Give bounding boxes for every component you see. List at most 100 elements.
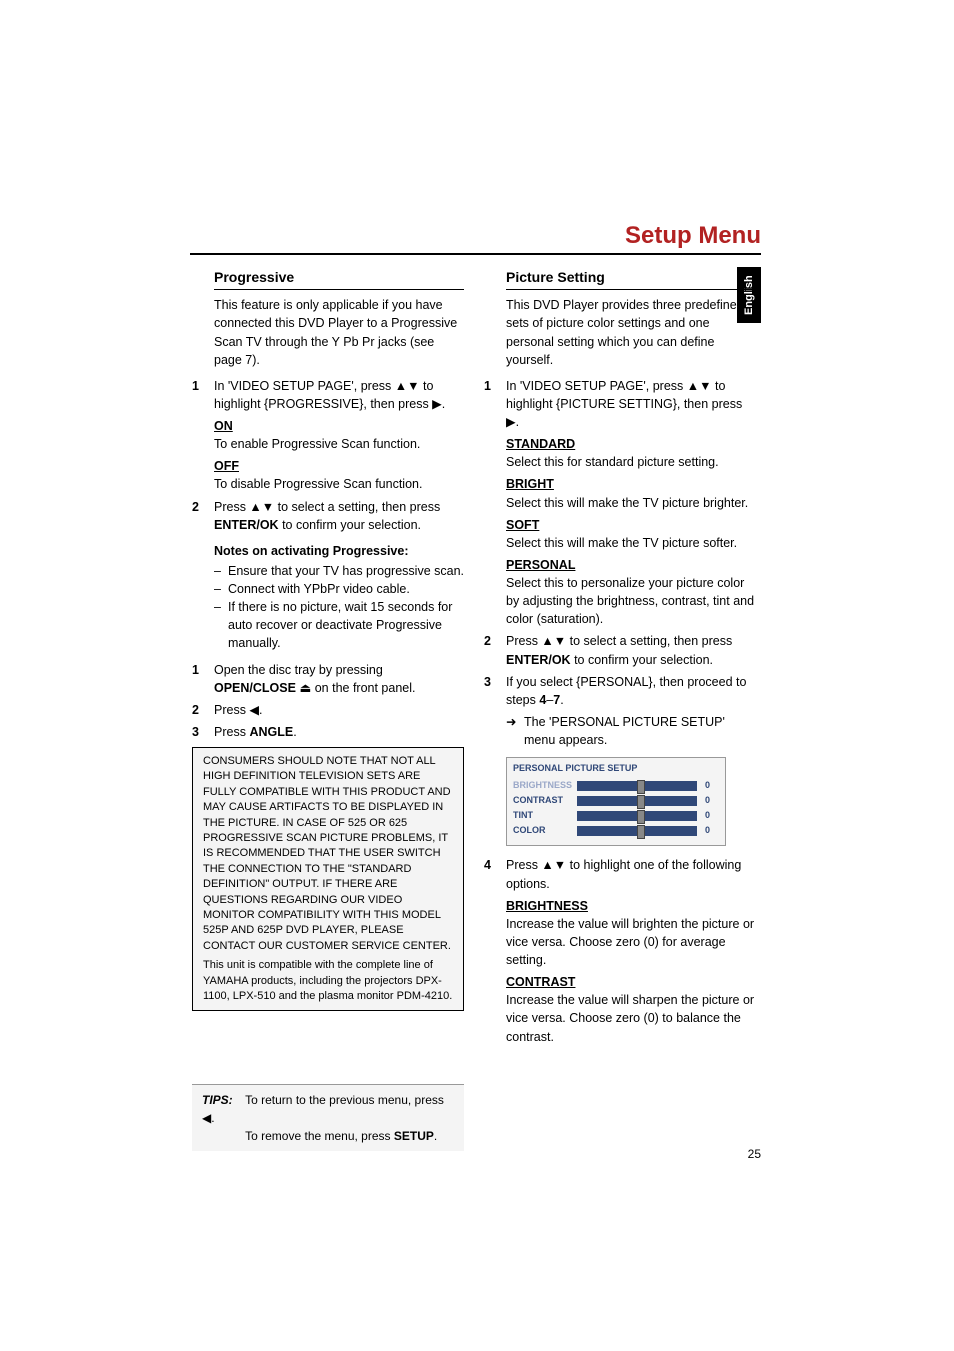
option-bright-desc: Select this will make the TV picture bri… — [506, 494, 756, 512]
step-body: Press ▲▼ to highlight one of the followi… — [506, 856, 756, 892]
dash-icon: – — [214, 562, 228, 580]
tips-box: TIPS: To return to the previous menu, pr… — [192, 1084, 464, 1151]
option-brightness: BRIGHTNESS — [506, 897, 756, 915]
step-4: 4 Press ▲▼ to highlight one of the follo… — [484, 856, 756, 892]
step-number: 1 — [192, 661, 214, 697]
pps-slider — [577, 826, 697, 836]
arrow-text: The 'PERSONAL PICTURE SETUP' menu appear… — [524, 713, 756, 749]
text: Open the disc tray by pressing — [214, 663, 383, 677]
step-2: 2 Press ▲▼ to select a setting, then pre… — [484, 632, 756, 668]
note-text: If there is no picture, wait 15 seconds … — [228, 598, 464, 652]
notes-heading: Notes on activating Progressive: — [214, 542, 464, 560]
text: Press — [214, 725, 249, 739]
step-number: 2 — [192, 498, 214, 534]
step-number: 4 — [484, 856, 506, 892]
dash-icon: – — [214, 580, 228, 598]
pps-label: BRIGHTNESS — [513, 779, 577, 792]
text: . — [560, 693, 563, 707]
dash-icon: – — [214, 598, 228, 652]
arrow-right-icon: ➜ — [506, 713, 524, 749]
step-1: 1 In 'VIDEO SETUP PAGE', press ▲▼ to hig… — [192, 377, 464, 413]
option-brightness-desc: Increase the value will brighten the pic… — [506, 915, 756, 969]
option-bright: BRIGHT — [506, 475, 756, 493]
title-rule — [190, 253, 761, 255]
text: . — [293, 725, 296, 739]
progressive-intro: This feature is only applicable if you h… — [214, 296, 464, 369]
option-contrast: CONTRAST — [506, 973, 756, 991]
pps-row: TINT 0 — [513, 809, 719, 822]
step-body: In 'VIDEO SETUP PAGE', press ▲▼ to highl… — [506, 377, 756, 431]
step-2: 2 Press ▲▼ to select a setting, then pre… — [192, 498, 464, 534]
option-personal-desc: Select this to personalize your picture … — [506, 574, 756, 628]
pps-row: CONTRAST 0 — [513, 794, 719, 807]
page-title: Setup Menu — [625, 222, 761, 250]
column-right: Picture Setting This DVD Player provides… — [484, 267, 756, 1050]
step-body: Press ◀. — [214, 701, 464, 719]
step-number: 1 — [192, 377, 214, 413]
note-item: –Ensure that your TV has progressive sca… — [214, 562, 464, 580]
angle: ANGLE — [249, 725, 293, 739]
pps-row: COLOR 0 — [513, 824, 719, 837]
note-item: –Connect with YPbPr video cable. — [214, 580, 464, 598]
step-body: Press ANGLE. — [214, 723, 464, 741]
step-body: If you select {PERSONAL}, then proceed t… — [506, 673, 756, 709]
pps-slider — [577, 811, 697, 821]
text: Press ▲▼ to select a setting, then press — [506, 634, 732, 648]
option-standard-desc: Select this for standard picture setting… — [506, 453, 756, 471]
step-1: 1 In 'VIDEO SETUP PAGE', press ▲▼ to hig… — [484, 377, 756, 431]
tips-setup: SETUP — [394, 1129, 434, 1143]
pps-value: 0 — [705, 779, 710, 792]
step-3: 3 If you select {PERSONAL}, then proceed… — [484, 673, 756, 709]
option-on: ON — [214, 417, 464, 435]
option-off-desc: To disable Progressive Scan function. — [214, 475, 464, 493]
step-number: 3 — [192, 723, 214, 741]
step-number: 1 — [484, 377, 506, 431]
text: Press ▲▼ to select a setting, then press — [214, 500, 440, 514]
personal-picture-setup-diagram: PERSONAL PICTURE SETUP BRIGHTNESS0CONTRA… — [506, 757, 726, 846]
pps-value: 0 — [705, 794, 710, 807]
column-left: Progressive This feature is only applica… — [192, 267, 464, 1011]
pps-slider — [577, 781, 697, 791]
pps-value: 0 — [705, 809, 710, 822]
text: ⏏ on the front panel. — [296, 681, 416, 695]
pps-value: 0 — [705, 824, 710, 837]
page-number: 25 — [748, 1147, 761, 1161]
option-personal: PERSONAL — [506, 556, 756, 574]
text: to confirm your selection. — [279, 518, 421, 532]
step-number: 2 — [192, 701, 214, 719]
tips-label: TIPS: — [202, 1091, 242, 1109]
pps-label: COLOR — [513, 824, 577, 837]
text: to confirm your selection. — [571, 653, 713, 667]
note-item: –If there is no picture, wait 15 seconds… — [214, 598, 464, 652]
tips-line2c: . — [434, 1129, 437, 1143]
pps-slider — [577, 796, 697, 806]
option-off: OFF — [214, 457, 464, 475]
option-soft-desc: Select this will make the TV picture sof… — [506, 534, 756, 552]
open-step-1: 1 Open the disc tray by pressing OPEN/CL… — [192, 661, 464, 697]
option-on-desc: To enable Progressive Scan function. — [214, 435, 464, 453]
enter-ok: ENTER/OK — [506, 653, 571, 667]
heading-picture-setting: Picture Setting — [506, 267, 756, 290]
step-body: Open the disc tray by pressing OPEN/CLOS… — [214, 661, 464, 697]
option-standard: STANDARD — [506, 435, 756, 453]
step-body: Press ▲▼ to select a setting, then press… — [506, 632, 756, 668]
compatibility-notice: CONSUMERS SHOULD NOTE THAT NOT ALL HIGH … — [192, 747, 464, 1011]
heading-progressive: Progressive — [214, 267, 464, 290]
option-soft: SOFT — [506, 516, 756, 534]
result-arrow: ➜ The 'PERSONAL PICTURE SETUP' menu appe… — [506, 713, 756, 749]
tips-line2a: To remove the menu, press — [245, 1129, 394, 1143]
pps-label: TINT — [513, 809, 577, 822]
step-number: 2 — [484, 632, 506, 668]
picture-intro: This DVD Player provides three predefine… — [506, 296, 756, 369]
note-text: Connect with YPbPr video cable. — [228, 580, 410, 598]
notice-main: CONSUMERS SHOULD NOTE THAT NOT ALL HIGH … — [203, 754, 453, 954]
enter-ok: ENTER/OK — [214, 518, 279, 532]
option-contrast-desc: Increase the value will sharpen the pict… — [506, 991, 756, 1045]
pps-label: CONTRAST — [513, 794, 577, 807]
open-step-2: 2 Press ◀. — [192, 701, 464, 719]
notice-sub: This unit is compatible with the complet… — [203, 958, 453, 1004]
pps-row: BRIGHTNESS 0 — [513, 779, 719, 792]
note-text: Ensure that your TV has progressive scan… — [228, 562, 464, 580]
step-body: In 'VIDEO SETUP PAGE', press ▲▼ to highl… — [214, 377, 464, 413]
step-body: Press ▲▼ to select a setting, then press… — [214, 498, 464, 534]
